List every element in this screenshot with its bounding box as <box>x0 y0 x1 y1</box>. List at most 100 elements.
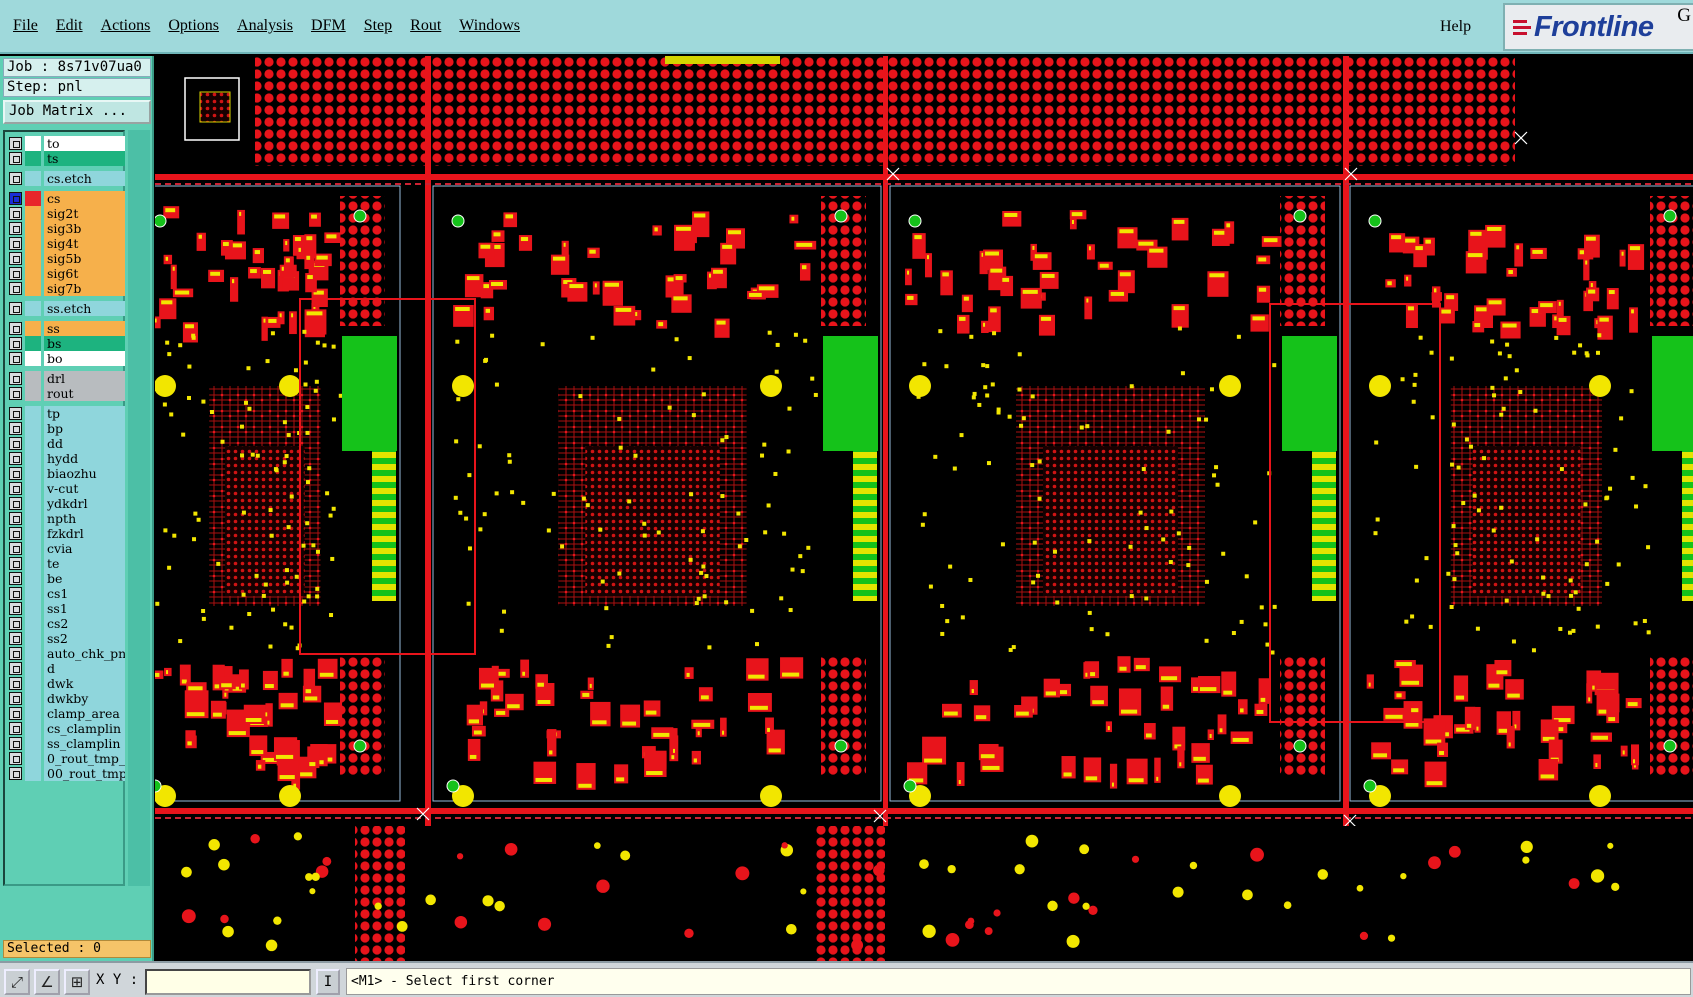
layer-checkbox[interactable] <box>9 302 22 315</box>
layer-color-swatch[interactable] <box>25 281 41 296</box>
layer-color-swatch[interactable] <box>25 631 41 646</box>
layer-color-swatch[interactable] <box>25 421 41 436</box>
layer-color-swatch[interactable] <box>25 236 41 251</box>
layer-name[interactable]: d <box>44 661 125 676</box>
layer-row-hydd[interactable]: hydd <box>7 451 125 466</box>
layer-row-cvia[interactable]: cvia <box>7 541 125 556</box>
layer-name[interactable]: cs.etch <box>44 171 125 186</box>
layer-name[interactable]: ts <box>44 151 125 166</box>
layer-checkbox[interactable] <box>9 407 22 420</box>
layer-color-swatch[interactable] <box>25 766 41 781</box>
menu-step[interactable]: Step <box>355 17 401 35</box>
layer-name[interactable]: ss.etch <box>44 301 125 316</box>
layer-checkbox[interactable] <box>9 422 22 435</box>
layer-name[interactable]: npth <box>44 511 125 526</box>
layer-row-0_rout_tmp_[interactable]: 0_rout_tmp_ <box>7 751 125 766</box>
layer-checkbox[interactable] <box>9 387 22 400</box>
menu-dfm[interactable]: DFM <box>302 17 355 35</box>
layer-row-to[interactable]: to <box>7 136 125 151</box>
layer-name[interactable]: to <box>44 136 125 151</box>
grid-tool-icon[interactable]: ⊞ <box>64 969 90 995</box>
layer-name[interactable]: hydd <box>44 451 125 466</box>
layer-color-swatch[interactable] <box>25 541 41 556</box>
layer-checkbox[interactable] <box>9 677 22 690</box>
layer-color-swatch[interactable] <box>25 751 41 766</box>
layer-row-ss1[interactable]: ss1 <box>7 601 125 616</box>
layer-name[interactable]: dwk <box>44 676 125 691</box>
layer-checkbox[interactable] <box>9 572 22 585</box>
layer-color-swatch[interactable] <box>25 336 41 351</box>
layer-checkbox[interactable] <box>9 587 22 600</box>
layer-color-swatch[interactable] <box>25 586 41 601</box>
layer-color-swatch[interactable] <box>25 301 41 316</box>
layer-color-swatch[interactable] <box>25 221 41 236</box>
menu-file[interactable]: File <box>4 17 47 35</box>
layer-name[interactable]: clamp_area <box>44 706 125 721</box>
layer-row-sig3b[interactable]: sig3b <box>7 221 125 236</box>
xy-coordinate-input[interactable] <box>145 969 311 995</box>
layer-color-swatch[interactable] <box>25 676 41 691</box>
layer-name[interactable]: bs <box>44 336 125 351</box>
layer-row-bs[interactable]: bs <box>7 336 125 351</box>
menu-options[interactable]: Options <box>159 17 228 35</box>
layer-row-fzkdrl[interactable]: fzkdrl <box>7 526 125 541</box>
layer-color-swatch[interactable] <box>25 386 41 401</box>
layer-color-swatch[interactable] <box>25 266 41 281</box>
layer-row-biaozhu[interactable]: biaozhu <box>7 466 125 481</box>
menu-actions[interactable]: Actions <box>92 17 160 35</box>
layer-row-d[interactable]: d <box>7 661 125 676</box>
layer-checkbox[interactable] <box>9 617 22 630</box>
layer-name[interactable]: dd <box>44 436 125 451</box>
layer-checkbox[interactable] <box>9 282 22 295</box>
layer-name[interactable]: te <box>44 556 125 571</box>
layer-row-ydkdrl[interactable]: ydkdrl <box>7 496 125 511</box>
layer-name[interactable]: fzkdrl <box>44 526 125 541</box>
layer-checkbox[interactable] <box>9 647 22 660</box>
layer-row-v-cut[interactable]: v-cut <box>7 481 125 496</box>
layer-checkbox[interactable] <box>9 207 22 220</box>
layer-name[interactable]: cvia <box>44 541 125 556</box>
layer-name[interactable]: cs2 <box>44 616 125 631</box>
measure-tool-icon[interactable]: ∠ <box>34 969 60 995</box>
layer-color-swatch[interactable] <box>25 661 41 676</box>
layer-checkbox[interactable] <box>9 152 22 165</box>
select-tool-icon[interactable]: ⤢ <box>4 969 30 995</box>
layer-color-swatch[interactable] <box>25 526 41 541</box>
layer-color-swatch[interactable] <box>25 371 41 386</box>
layer-color-swatch[interactable] <box>25 191 41 206</box>
layer-color-swatch[interactable] <box>25 321 41 336</box>
layer-color-swatch[interactable] <box>25 496 41 511</box>
layer-color-swatch[interactable] <box>25 646 41 661</box>
layer-color-swatch[interactable] <box>25 556 41 571</box>
menu-help[interactable]: Help <box>1440 18 1471 36</box>
layer-name[interactable]: sig7b <box>44 281 125 296</box>
layer-row-sig7b[interactable]: sig7b <box>7 281 125 296</box>
layer-name[interactable]: sig3b <box>44 221 125 236</box>
layer-checkbox[interactable] <box>9 322 22 335</box>
layer-checkbox[interactable] <box>9 437 22 450</box>
menu-windows[interactable]: Windows <box>450 17 529 35</box>
layer-name[interactable]: ydkdrl <box>44 496 125 511</box>
layer-checkbox[interactable] <box>9 467 22 480</box>
layer-row-bo[interactable]: bo <box>7 351 125 366</box>
layer-name[interactable]: bo <box>44 351 125 366</box>
layer-row-sig6t[interactable]: sig6t <box>7 266 125 281</box>
layer-checkbox[interactable] <box>9 737 22 750</box>
layer-list-scrollbar[interactable] <box>128 130 150 886</box>
layer-name[interactable]: cs_clamplin <box>44 721 125 736</box>
layer-checkbox[interactable] <box>9 172 22 185</box>
layer-row-dwk[interactable]: dwk <box>7 676 125 691</box>
layer-name[interactable]: be <box>44 571 125 586</box>
layer-checkbox[interactable] <box>9 557 22 570</box>
layer-row-clamp_area[interactable]: clamp_area <box>7 706 125 721</box>
layer-name[interactable]: tp <box>44 406 125 421</box>
layer-color-swatch[interactable] <box>25 351 41 366</box>
layer-row-npth[interactable]: npth <box>7 511 125 526</box>
layer-name[interactable]: auto_chk_pn <box>44 646 125 661</box>
menu-edit[interactable]: Edit <box>47 17 92 35</box>
layer-name[interactable]: ss2 <box>44 631 125 646</box>
layer-name[interactable]: rout <box>44 386 125 401</box>
layer-row-cs_clamplin[interactable]: cs_clamplin <box>7 721 125 736</box>
layer-color-swatch[interactable] <box>25 406 41 421</box>
layer-name[interactable]: ss_clamplin <box>44 736 125 751</box>
